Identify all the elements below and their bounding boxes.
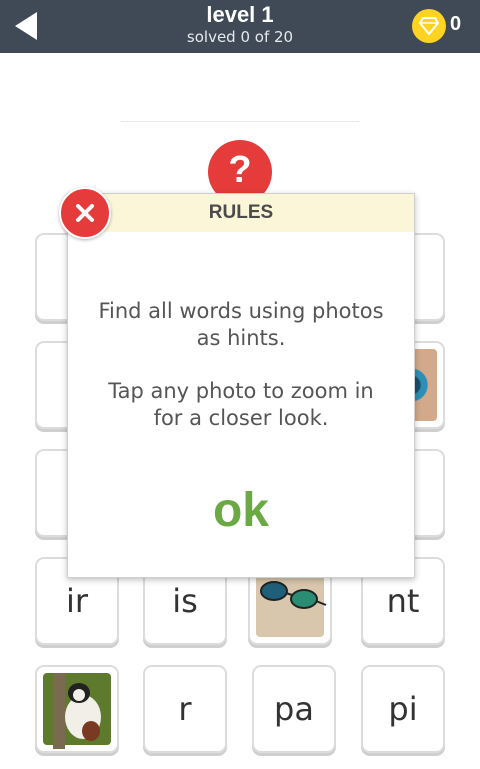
dialog-title: RULES xyxy=(208,202,274,223)
close-button[interactable] xyxy=(59,187,111,239)
diamond-icon[interactable] xyxy=(412,9,446,43)
rules-line-1: Find all words using photos xyxy=(98,299,384,323)
rules-line-3: Tap any photo to zoom in xyxy=(108,379,374,403)
lemur-photo xyxy=(43,673,111,749)
rules-dialog: RULES Find all words using photos as hin… xyxy=(67,193,415,578)
level-progress: solved 0 of 20 xyxy=(186,28,294,46)
question-mark-icon: ? xyxy=(228,149,252,191)
rules-line-4: for a closer look. xyxy=(153,406,329,430)
letter-tile[interactable]: r xyxy=(143,665,227,753)
top-bar: level 1 solved 0 of 20 0 xyxy=(0,0,480,53)
level-title: level 1 xyxy=(206,2,274,27)
close-icon xyxy=(76,204,94,222)
answer-underline xyxy=(121,121,359,122)
ok-button[interactable]: ok xyxy=(191,481,291,541)
rules-line-2: as hints. xyxy=(196,326,286,350)
photo-tile-lemur[interactable] xyxy=(35,665,119,753)
dialog-header: RULES xyxy=(68,194,414,232)
letter-tile[interactable]: pi xyxy=(361,665,445,753)
gem-count: 0 xyxy=(450,13,462,35)
letter-tile[interactable]: pa xyxy=(252,665,336,753)
